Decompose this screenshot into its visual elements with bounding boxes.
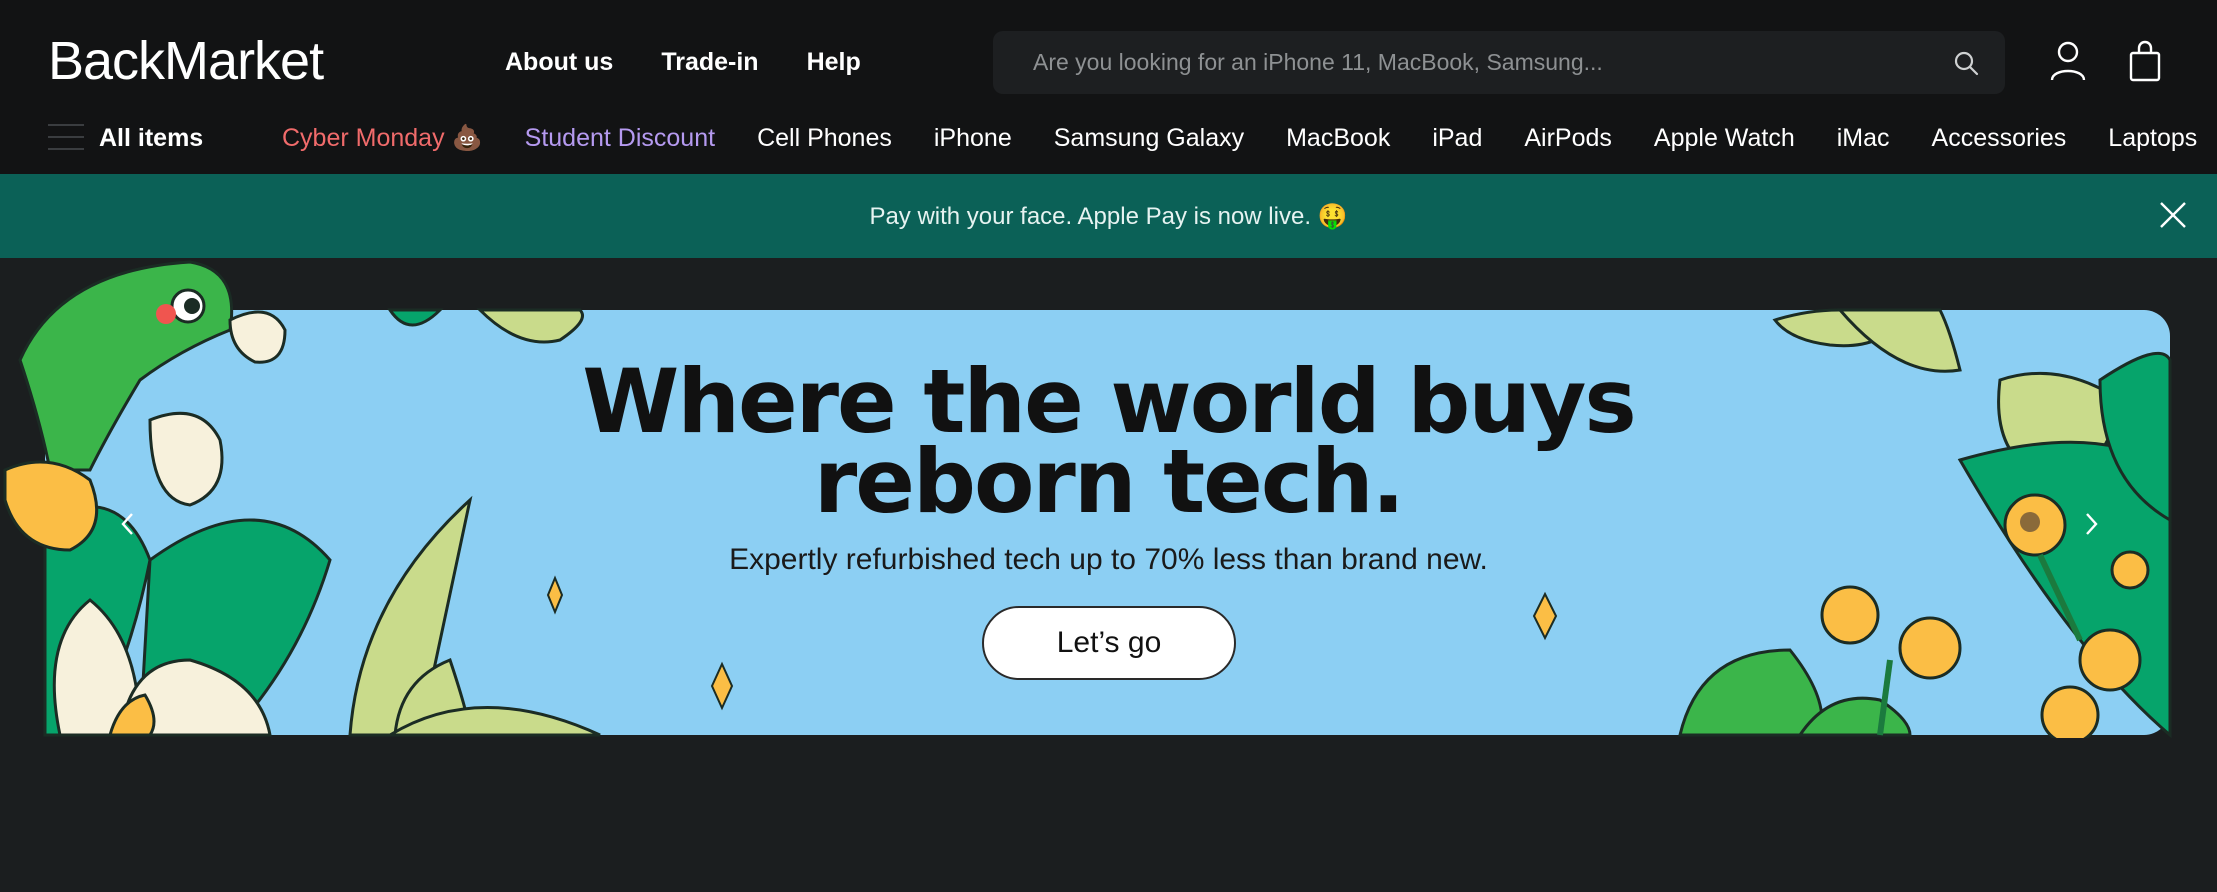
help-link[interactable]: Help [807, 48, 861, 77]
search-bar [993, 31, 2005, 94]
hero-title: Where the world buys reborn tech. [0, 358, 2217, 533]
category-macbook[interactable]: MacBook [1286, 124, 1390, 153]
top-nav: About us Trade-in Help [505, 48, 861, 77]
category-student-discount[interactable]: Student Discount [525, 124, 715, 153]
menu-icon[interactable] [48, 124, 84, 154]
trade-in-link[interactable]: Trade-in [661, 48, 758, 77]
user-icon[interactable] [2050, 40, 2086, 82]
hero-subtitle: Expertly refurbished tech up to 70% less… [729, 543, 1488, 576]
all-items-button[interactable]: All items [99, 124, 203, 153]
announcement-text: Pay with your face. Apple Pay is now liv… [869, 203, 1348, 230]
lets-go-button[interactable]: Let’s go [982, 606, 1236, 680]
category-nav: Cyber Monday 💩 Student Discount Cell Pho… [282, 124, 2197, 153]
category-laptops[interactable]: Laptops [2108, 124, 2197, 153]
category-apple-watch[interactable]: Apple Watch [1654, 124, 1795, 153]
category-airpods[interactable]: AirPods [1524, 124, 1612, 153]
category-iphone[interactable]: iPhone [934, 124, 1012, 153]
close-icon[interactable] [2158, 200, 2188, 230]
announcement-banner: Pay with your face. Apple Pay is now liv… [0, 174, 2217, 258]
search-input[interactable] [1033, 31, 1933, 94]
category-cyber-monday[interactable]: Cyber Monday 💩 [282, 124, 483, 153]
about-us-link[interactable]: About us [505, 48, 613, 77]
cart-icon[interactable] [2128, 40, 2162, 82]
logo[interactable]: BackMarket [48, 30, 324, 92]
search-icon[interactable] [1953, 50, 1979, 76]
hero-title-line-2: reborn tech. [813, 430, 1405, 533]
category-accessories[interactable]: Accessories [1932, 124, 2067, 153]
category-samsung-galaxy[interactable]: Samsung Galaxy [1054, 124, 1244, 153]
category-ipad[interactable]: iPad [1432, 124, 1482, 153]
category-cell-phones[interactable]: Cell Phones [757, 124, 892, 153]
category-imac[interactable]: iMac [1837, 124, 1890, 153]
